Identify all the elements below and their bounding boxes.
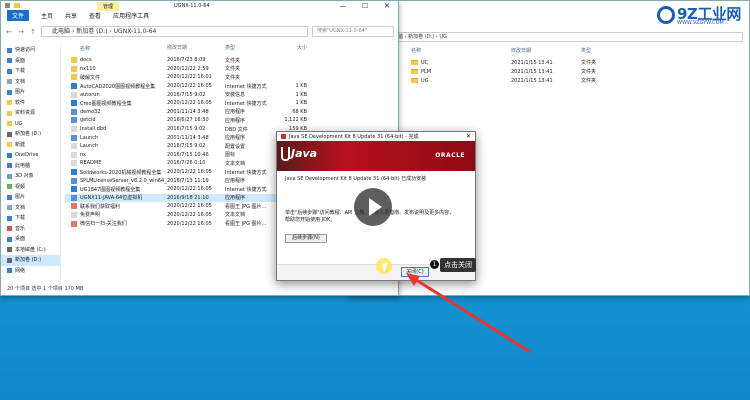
annotation-step-number: 1 xyxy=(430,260,439,269)
arrow-head xyxy=(406,273,420,286)
arrow-line xyxy=(409,274,531,354)
annotation-label: 点击关闭 xyxy=(440,258,476,272)
annotation-arrow xyxy=(406,273,531,354)
